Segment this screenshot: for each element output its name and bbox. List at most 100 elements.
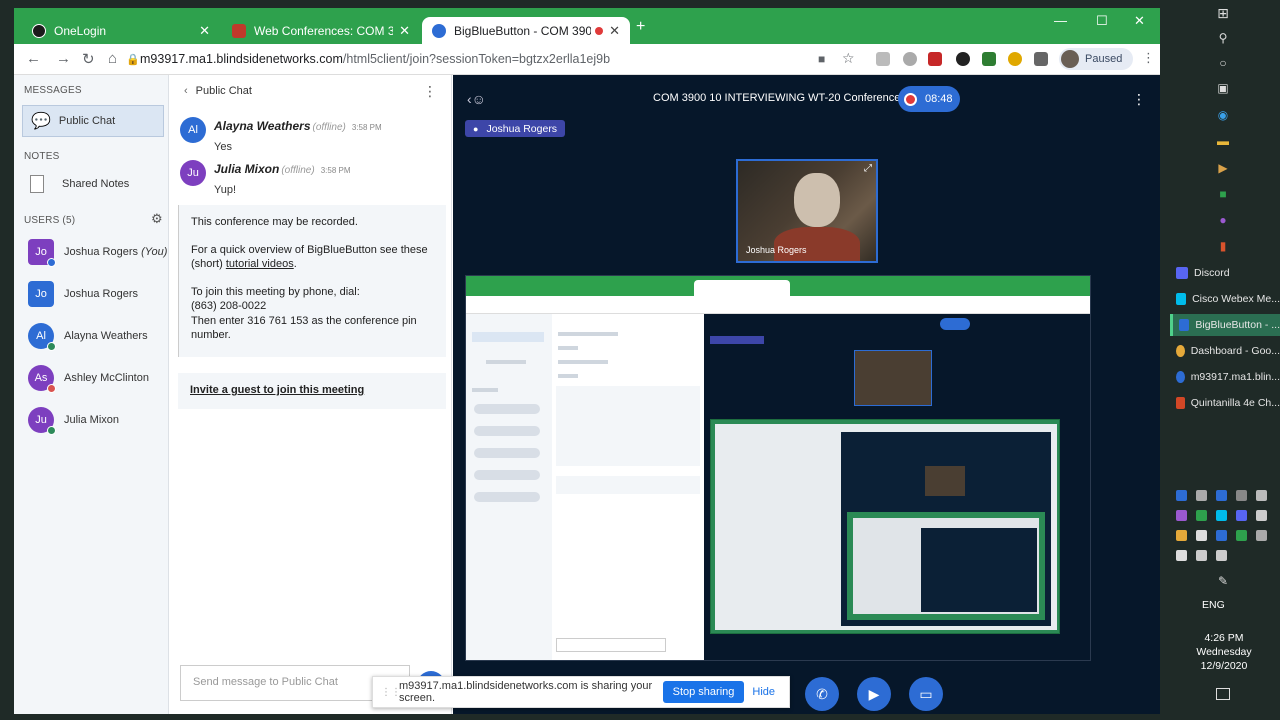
input-language[interactable]: ENG xyxy=(1202,599,1225,611)
extension-icon[interactable] xyxy=(1008,52,1022,66)
taskbar-app-dashboard[interactable]: Dashboard - Goo... xyxy=(1170,340,1280,362)
tab-onelogin[interactable]: OneLogin ✕ xyxy=(22,17,220,44)
pen-icon[interactable]: ✎ xyxy=(1216,574,1230,588)
tray-icon[interactable] xyxy=(1216,530,1227,541)
tray-icon[interactable] xyxy=(1216,490,1227,501)
close-tab-icon[interactable]: ✕ xyxy=(399,23,410,39)
notifications-icon[interactable] xyxy=(1216,688,1230,700)
video-button[interactable]: ▶ xyxy=(857,677,891,711)
chat-options-icon[interactable]: ⋮ xyxy=(423,83,437,100)
tray-icon[interactable] xyxy=(1216,510,1227,521)
extension-icon[interactable] xyxy=(876,52,890,66)
forward-icon[interactable]: → xyxy=(56,50,71,67)
taskbar-clock-date[interactable]: 12/9/2020 xyxy=(1172,660,1276,672)
hide-button[interactable]: Hide xyxy=(752,686,775,698)
stop-sharing-button[interactable]: Stop sharing xyxy=(662,681,745,703)
shared-notes-item[interactable]: Shared Notes xyxy=(30,175,129,193)
file-explorer-icon[interactable]: ▬ xyxy=(1216,134,1230,148)
shared-address-bar xyxy=(466,296,1090,314)
close-tab-icon[interactable]: ✕ xyxy=(609,23,620,39)
user-item[interactable]: As Ashley McClinton xyxy=(28,365,149,393)
gear-icon[interactable]: ⚙ xyxy=(151,211,163,227)
user-item[interactable]: Jo Joshua Rogers (You) xyxy=(28,239,167,267)
back-icon[interactable]: ← xyxy=(26,50,41,67)
tray-icon[interactable] xyxy=(1256,510,1267,521)
screenshare-button[interactable]: ▭ xyxy=(909,677,943,711)
taskbar-clock-day[interactable]: Wednesday xyxy=(1172,646,1276,658)
search-icon[interactable]: ⚲ xyxy=(1216,31,1230,45)
home-icon[interactable]: ⌂ xyxy=(108,50,117,67)
taskbar-app-webex[interactable]: Cisco Webex Me... xyxy=(1170,288,1280,310)
maximize-icon[interactable]: ☐ xyxy=(1096,13,1108,29)
tray-icon[interactable] xyxy=(1236,490,1247,501)
recording-button[interactable]: 08:48 xyxy=(898,86,960,112)
media-icon[interactable]: ▶ xyxy=(1216,161,1230,175)
extension-icon[interactable] xyxy=(928,52,942,66)
volume-icon[interactable] xyxy=(1216,550,1227,561)
puzzle-icon[interactable] xyxy=(1034,52,1048,66)
options-menu-icon[interactable]: ⋮ xyxy=(1132,91,1146,108)
tray-icon[interactable] xyxy=(1256,490,1267,501)
user-item[interactable]: Jo Joshua Rogers xyxy=(28,281,138,307)
extension-icon[interactable] xyxy=(982,52,996,66)
tutorial-videos-link[interactable]: tutorial videos xyxy=(226,258,294,270)
drag-handle-icon[interactable]: ⋮⋮ xyxy=(381,687,401,698)
taskbar-app-discord[interactable]: Discord xyxy=(1170,262,1280,284)
close-window-icon[interactable]: ✕ xyxy=(1134,13,1145,29)
app-icon[interactable]: ● xyxy=(1216,213,1230,227)
public-chat-item[interactable]: 💬 Public Chat xyxy=(22,105,164,137)
url-field[interactable]: m93917.ma1.blindsidenetworks.com/html5cl… xyxy=(140,52,610,66)
app-icon[interactable]: ■ xyxy=(1216,187,1230,201)
tray-icon[interactable] xyxy=(1176,530,1187,541)
tray-icon[interactable] xyxy=(1256,530,1267,541)
taskbar-app-quintanilla[interactable]: Quintanilla 4e Ch... xyxy=(1170,392,1280,414)
minimize-icon[interactable]: — xyxy=(1054,13,1067,28)
screen-icon: ▭ xyxy=(919,685,933,702)
tray-icon[interactable] xyxy=(1196,530,1207,541)
taskbar-clock-time[interactable]: 4:26 PM xyxy=(1172,632,1276,644)
cortana-icon[interactable]: ○ xyxy=(1216,56,1230,70)
extension-icon[interactable] xyxy=(956,52,970,66)
invite-guest-link[interactable]: Invite a guest to join this meeting xyxy=(178,373,446,409)
webcam-video[interactable]: Joshua Rogers ⤢ xyxy=(736,159,878,263)
extension-icon[interactable] xyxy=(903,52,917,66)
audio-button[interactable]: ✆ xyxy=(805,677,839,711)
bookmark-star-icon[interactable]: ☆ xyxy=(842,50,855,67)
menu-icon[interactable]: ⋮ xyxy=(1142,50,1155,66)
wifi-icon[interactable] xyxy=(1196,550,1207,561)
close-tab-icon[interactable]: ✕ xyxy=(199,23,210,39)
user-item[interactable]: Al Alayna Weathers xyxy=(28,323,148,351)
shared-tab-active xyxy=(694,280,790,296)
taskbar-app-bigbluebutton[interactable]: BigBlueButton - ... xyxy=(1170,314,1280,336)
tray-icon[interactable] xyxy=(1196,490,1207,501)
user-list-toggle-icon[interactable]: ‹☺ xyxy=(467,91,486,107)
bluetooth-icon[interactable] xyxy=(1176,490,1187,501)
taskbar-app-m93917[interactable]: m93917.ma1.blin... xyxy=(1170,366,1280,388)
tray-icon[interactable] xyxy=(1196,510,1207,521)
chevron-left-icon[interactable]: ‹ xyxy=(184,85,188,97)
tab-bigbluebutton[interactable]: BigBlueButton - COM 3900 10 ✕ xyxy=(422,17,630,44)
user-item[interactable]: Ju Julia Mixon xyxy=(28,407,119,435)
tray-icon[interactable] xyxy=(1236,530,1247,541)
camera-icon[interactable]: ■ xyxy=(818,52,825,66)
tray-icon[interactable] xyxy=(1236,510,1247,521)
battery-icon[interactable] xyxy=(1176,550,1187,561)
office-icon[interactable]: ▮ xyxy=(1216,239,1230,253)
reload-icon[interactable]: ↻ xyxy=(82,50,95,68)
chat-panel: ‹ Public Chat ⋮ Al Alayna Weathers (offli… xyxy=(170,75,452,714)
public-chat-label: Public Chat xyxy=(58,115,116,127)
edge-icon[interactable]: ◉ xyxy=(1216,108,1230,122)
tab-web-conferences[interactable]: Web Conferences: COM 3900 10 ✕ xyxy=(222,17,420,44)
windows-start-icon[interactable]: ⊞ xyxy=(1216,5,1230,21)
lock-icon[interactable]: 🔒 xyxy=(126,53,140,66)
media-area: ‹☺ COM 3900 10 INTERVIEWING WT-20 Confer… xyxy=(453,75,1160,714)
chat-header[interactable]: ‹ Public Chat xyxy=(184,85,252,97)
fullscreen-icon[interactable]: ⤢ xyxy=(864,163,872,174)
tray-icon[interactable] xyxy=(1176,510,1187,521)
user-name: Joshua Rogers xyxy=(64,246,138,258)
profile-button[interactable]: Paused xyxy=(1059,48,1133,70)
tab-title: BigBlueButton - COM 3900 10 xyxy=(454,23,592,38)
task-view-icon[interactable]: ▣ xyxy=(1216,81,1230,95)
desktop-left-edge xyxy=(0,0,14,720)
new-tab-button[interactable]: + xyxy=(636,18,645,36)
